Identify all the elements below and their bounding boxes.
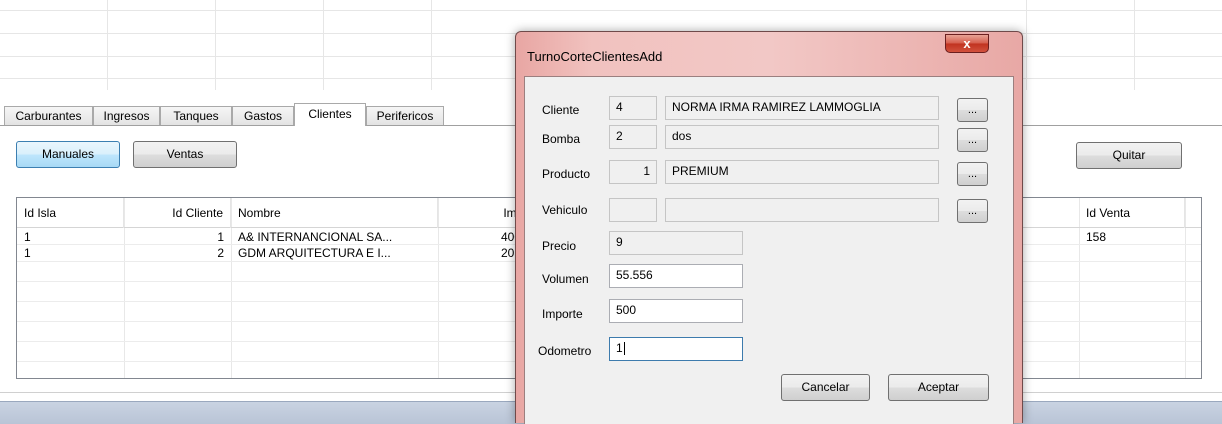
bomba-id-field[interactable]: 2: [609, 125, 657, 149]
bomba-browse-button[interactable]: ...: [957, 128, 988, 152]
bomba-name-field[interactable]: dos: [665, 125, 939, 149]
table-row-2-nombre[interactable]: GDM ARQUITECTURA E I...: [231, 246, 438, 261]
column-header-nombre[interactable]: Nombre: [231, 198, 438, 228]
close-button[interactable]: x: [945, 34, 989, 53]
table-row-1-id-cliente[interactable]: 1: [124, 230, 231, 245]
vehiculo-browse-button[interactable]: ...: [957, 199, 988, 223]
volumen-label: Volumen: [542, 272, 589, 286]
tab-carburantes[interactable]: Carburantes: [4, 106, 93, 125]
vehiculo-label: Vehiculo: [542, 203, 588, 217]
precio-label: Precio: [542, 239, 577, 253]
producto-id-field[interactable]: 1: [609, 160, 657, 184]
table-row-2-id-venta[interactable]: [1079, 246, 1185, 261]
table-row-1-nombre[interactable]: A& INTERNANCIONAL SA...: [231, 230, 438, 245]
producto-label: Producto: [542, 167, 591, 181]
importe-field[interactable]: 500: [609, 299, 743, 323]
close-icon: x: [963, 36, 971, 51]
cliente-browse-button[interactable]: ...: [957, 98, 988, 122]
table-row-1-id-isla[interactable]: 1: [17, 230, 124, 245]
table-row-1-id-venta[interactable]: 158: [1079, 230, 1185, 245]
column-header-id-isla[interactable]: Id Isla: [17, 198, 124, 228]
vehiculo-id-field[interactable]: [609, 198, 657, 222]
tab-gastos[interactable]: Gastos: [232, 106, 294, 125]
bomba-label: Bomba: [542, 132, 581, 146]
column-header-id-cliente[interactable]: Id Cliente: [124, 198, 231, 228]
odometro-field[interactable]: 1: [609, 337, 743, 361]
producto-browse-button[interactable]: ...: [957, 162, 988, 186]
turno-corte-clientes-add-dialog[interactable]: TurnoCorteClientesAdd x Cliente 4 NORMA …: [515, 31, 1023, 424]
cliente-id-field[interactable]: 4: [609, 96, 657, 120]
tab-clientes[interactable]: Clientes: [294, 103, 366, 126]
cliente-name-field[interactable]: NORMA IRMA RAMIREZ LAMMOGLIA: [665, 96, 939, 120]
quitar-button[interactable]: Quitar: [1076, 142, 1182, 169]
accept-button[interactable]: Aceptar: [888, 374, 989, 401]
manuales-button[interactable]: Manuales: [16, 141, 120, 168]
tab-ingresos[interactable]: Ingresos: [93, 106, 160, 125]
cliente-label: Cliente: [542, 103, 580, 117]
text-caret: [623, 342, 625, 356]
precio-field[interactable]: 9: [609, 231, 743, 255]
producto-name-field[interactable]: PREMIUM: [665, 160, 939, 184]
table-row-2-id-cliente[interactable]: 2: [124, 246, 231, 261]
ventas-button[interactable]: Ventas: [133, 141, 237, 168]
tab-tanques[interactable]: Tanques: [160, 106, 232, 125]
dialog-title: TurnoCorteClientesAdd: [527, 49, 663, 64]
odometro-value: 1: [616, 341, 623, 355]
dialog-body: Cliente 4 NORMA IRMA RAMIREZ LAMMOGLIA .…: [524, 76, 1014, 424]
cancel-button[interactable]: Cancelar: [781, 374, 870, 401]
odometro-label: Odometro: [538, 344, 592, 358]
column-header-id-venta[interactable]: Id Venta: [1079, 198, 1185, 228]
tab-perifericos[interactable]: Perifericos: [366, 106, 444, 125]
volumen-field[interactable]: 55.556: [609, 264, 743, 288]
vehiculo-name-field[interactable]: [665, 198, 939, 222]
importe-label: Importe: [542, 307, 583, 321]
table-row-2-id-isla[interactable]: 1: [17, 246, 124, 261]
